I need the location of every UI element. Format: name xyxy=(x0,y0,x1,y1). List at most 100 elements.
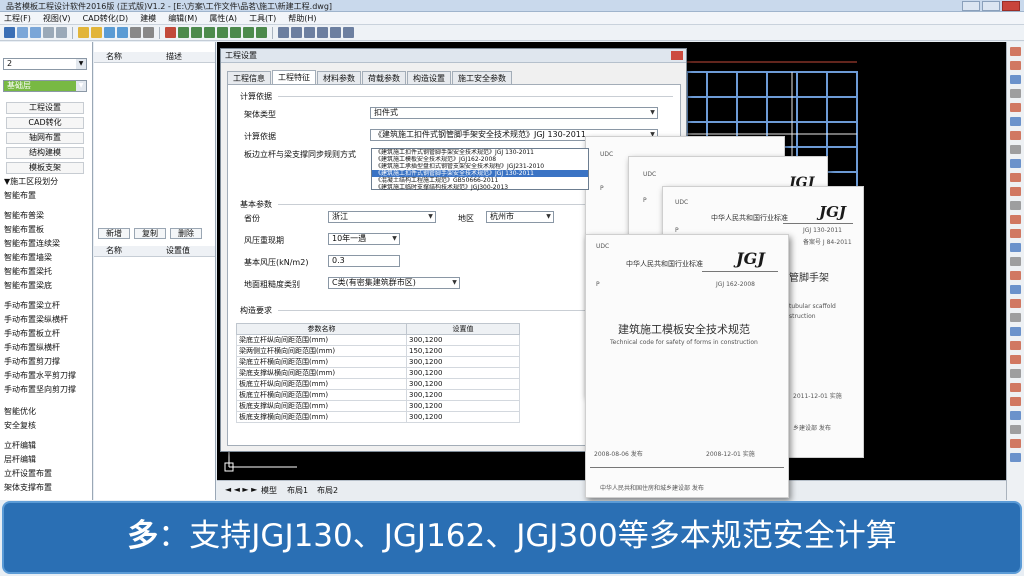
save-icon[interactable] xyxy=(4,27,15,38)
dropdown-option[interactable]: 《建筑施工临时支撑结构技术规范》JGJ300-2013 xyxy=(372,184,588,191)
tool-icon[interactable] xyxy=(1010,75,1021,84)
tab-safety-params[interactable]: 施工安全参数 xyxy=(452,71,512,85)
floor-select[interactable]: 2 ▼ xyxy=(3,58,87,70)
dialog-close-button[interactable] xyxy=(671,51,683,60)
tool-icon[interactable] xyxy=(1010,201,1021,210)
component-type-select[interactable]: 基础层 ▼ xyxy=(3,80,87,92)
view-3d-icon[interactable] xyxy=(330,27,341,38)
menu-tools[interactable]: 工具(T) xyxy=(249,13,276,24)
dropdown-option[interactable]: 《建筑施工承插型盘扣式钢管支架安全技术规程》JGJ231-2010 xyxy=(372,163,588,170)
dropdown-option[interactable]: 《混凝土结构工程施工规范》GB50666-2011 xyxy=(372,177,588,184)
add-button[interactable]: 新增 xyxy=(98,228,130,239)
param-value[interactable]: 300,1200 xyxy=(406,411,520,423)
dropdown-option[interactable]: 《建筑施工扣件式钢管脚手架安全技术规范》JGJ 130-2011 xyxy=(372,149,588,156)
table-row[interactable]: 梁底立杆纵向间距范围(mm) 300,1200 xyxy=(236,334,520,346)
area-select[interactable]: 杭州市 ▼ xyxy=(486,211,554,223)
project-settings-button[interactable]: 工程设置 xyxy=(6,102,84,114)
tool-icon[interactable] xyxy=(1010,103,1021,112)
tool-icon[interactable] xyxy=(1010,229,1021,238)
layer-icon[interactable] xyxy=(104,27,115,38)
print-icon[interactable] xyxy=(56,27,67,38)
delete-icon[interactable] xyxy=(165,27,176,38)
minimize-button[interactable] xyxy=(962,1,980,11)
table-row[interactable]: 板底支撑横向间距范围(mm) 300,1200 xyxy=(236,411,520,423)
tab-project-features[interactable]: 工程特征 xyxy=(272,70,316,84)
tool-icon[interactable] xyxy=(1010,89,1021,98)
tool-icon[interactable] xyxy=(1010,285,1021,294)
tree-item[interactable]: 安全复核 xyxy=(4,420,36,431)
tool-icon[interactable] xyxy=(1010,397,1021,406)
structure-modeling-button[interactable]: 结构建模 xyxy=(6,147,84,159)
dropdown-option-selected[interactable]: 《建筑施工扣件式钢管脚手架安全技术规范》JGJ 130-2011 xyxy=(372,170,588,177)
menu-view[interactable]: 视图(V) xyxy=(43,13,71,24)
grid-icon[interactable] xyxy=(117,27,128,38)
tab-project-info[interactable]: 工程信息 xyxy=(227,71,271,85)
tab-model[interactable]: 模型 xyxy=(261,485,277,496)
formwork-support-button[interactable]: 模板支架 xyxy=(6,162,84,174)
maximize-button[interactable] xyxy=(982,1,1000,11)
tree-item[interactable]: 手动布置板立杆 xyxy=(4,328,60,339)
undo-icon[interactable] xyxy=(17,27,28,38)
tree-item[interactable]: 手动布置梁纵横杆 xyxy=(4,314,68,325)
tool-icon[interactable] xyxy=(1010,117,1021,126)
tool-icon[interactable] xyxy=(1010,299,1021,308)
bulb-icon[interactable] xyxy=(78,27,89,38)
table-row[interactable]: 板底立杆纵向间距范围(mm) 300,1200 xyxy=(236,378,520,390)
menu-project[interactable]: 工程(F) xyxy=(4,13,31,24)
tree-item[interactable]: 手动布置纵横杆 xyxy=(4,342,60,353)
copy-icon[interactable] xyxy=(178,27,189,38)
tool-icon[interactable] xyxy=(1010,411,1021,420)
tree-item[interactable]: 立杆设置布置 xyxy=(4,468,52,479)
tool-icon[interactable] xyxy=(1010,173,1021,182)
copy-button[interactable]: 复制 xyxy=(134,228,166,239)
pan-icon[interactable] xyxy=(143,27,154,38)
tool-icon[interactable] xyxy=(1010,145,1021,154)
roughness-select[interactable]: C类(有密集建筑群市区) ▼ xyxy=(328,277,460,289)
menu-edit[interactable]: 编辑(M) xyxy=(168,13,197,24)
tool-icon[interactable] xyxy=(1010,187,1021,196)
tree-item[interactable]: 手动布置梁立杆 xyxy=(4,300,60,311)
tool-icon[interactable] xyxy=(1010,439,1021,448)
tree-item[interactable]: 手动布置剪刀撑 xyxy=(4,356,60,367)
tree-item[interactable]: 手动布置坚向剪刀撑 xyxy=(4,384,76,395)
open-icon[interactable] xyxy=(43,27,54,38)
trim-icon[interactable] xyxy=(243,27,254,38)
tool-icon[interactable] xyxy=(1010,453,1021,462)
menu-help[interactable]: 帮助(H) xyxy=(288,13,316,24)
param-value[interactable]: 300,1200 xyxy=(406,400,520,412)
tree-item[interactable]: 手动布置水平剪刀撑 xyxy=(4,370,76,381)
tool-icon[interactable] xyxy=(1010,271,1021,280)
mirror-icon[interactable] xyxy=(217,27,228,38)
tab-nav-arrows[interactable]: ◄ ◄ ► ► xyxy=(225,485,257,494)
tree-item[interactable]: 智能布置板 xyxy=(4,224,44,235)
measure-icon[interactable] xyxy=(278,27,289,38)
tree-item[interactable]: 智能布置 xyxy=(4,190,36,201)
redo-icon[interactable] xyxy=(30,27,41,38)
tool-icon[interactable] xyxy=(1010,425,1021,434)
param-value[interactable]: 300,1200 xyxy=(406,378,520,390)
menu-cad-convert[interactable]: CAD转化(D) xyxy=(83,13,129,24)
frame-type-select[interactable]: 扣件式 ▼ xyxy=(370,107,658,119)
table-row[interactable]: 梁两侧立杆横向间距范围(mm) 150,1200 xyxy=(236,345,520,357)
tool-icon[interactable] xyxy=(1010,383,1021,392)
tree-item[interactable]: 智能布置连续梁 xyxy=(4,238,60,249)
tree-item[interactable]: 智能布置墙梁 xyxy=(4,252,52,263)
tab-load-params[interactable]: 荷载参数 xyxy=(362,71,406,85)
close-window-button[interactable] xyxy=(1002,1,1020,11)
tool-icon[interactable] xyxy=(1010,257,1021,266)
tool-icon[interactable] xyxy=(1010,131,1021,140)
tool-icon[interactable] xyxy=(1010,61,1021,70)
tree-item[interactable]: 层杆编辑 xyxy=(4,454,36,465)
tool-icon[interactable] xyxy=(1010,341,1021,350)
tree-item[interactable]: ▼施工区段划分 xyxy=(4,176,58,187)
delete-button[interactable]: 删除 xyxy=(170,228,202,239)
sun-icon[interactable] xyxy=(91,27,102,38)
dimension-icon[interactable] xyxy=(304,27,315,38)
param-value[interactable]: 300,1200 xyxy=(406,334,520,346)
tool-icon[interactable] xyxy=(1010,313,1021,322)
tool-icon[interactable] xyxy=(1010,327,1021,336)
tool-icon[interactable] xyxy=(1010,215,1021,224)
table-icon[interactable] xyxy=(343,27,354,38)
table-row[interactable]: 板底立杆横向间距范围(mm) 300,1200 xyxy=(236,389,520,401)
menu-attributes[interactable]: 属性(A) xyxy=(209,13,237,24)
